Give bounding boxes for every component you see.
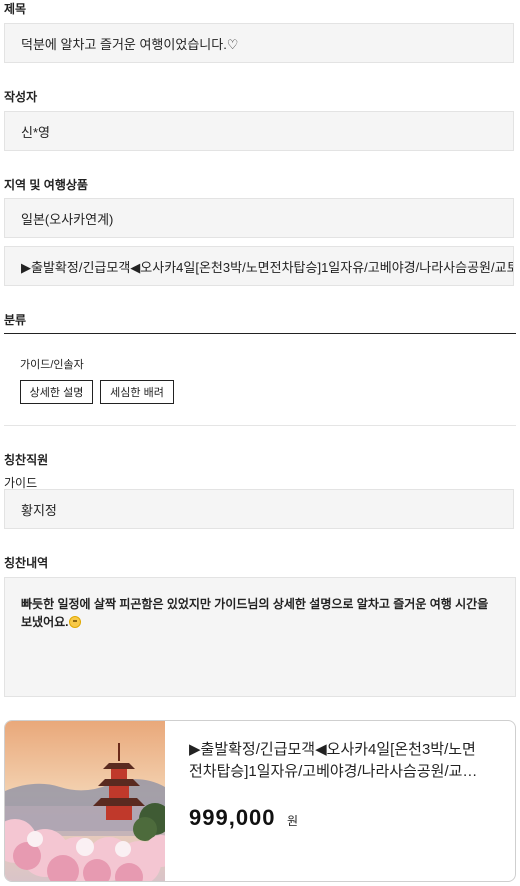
author-value: 신*영 [21, 124, 50, 140]
product-value: ▶출발확정/긴급모객◀오사카4일[온천3박/노면전차탑승]1일자유/고베야경/나… [21, 259, 514, 275]
region-value: 일본(오사카연계) [21, 211, 114, 227]
title-label: 제목 [4, 2, 27, 16]
praise-label: 칭찬내역 [4, 556, 49, 570]
product-card[interactable]: ▶출발확정/긴급모객◀오사카4일[온천3박/노면전차탑승]1일자유/고베야경/나… [4, 720, 516, 882]
category-label: 분류 [4, 313, 27, 327]
praise-text: 빠듯한 일정에 살짝 피곤함은 있었지만 가이드님의 상세한 설명으로 알차고 … [21, 597, 489, 629]
praise-text-box: 빠듯한 일정에 살짝 피곤함은 있었지만 가이드님의 상세한 설명으로 알차고 … [4, 577, 516, 697]
title-field: 덕분에 알차고 즐거운 여행이었습니다.♡ [4, 23, 514, 63]
staff-name-value: 황지정 [21, 502, 57, 518]
pagoda-cherry-blossom-photo [5, 721, 165, 881]
product-card-price: 999,000 [189, 805, 276, 830]
smiley-icon [68, 616, 81, 628]
product-card-title[interactable]: ▶출발확정/긴급모객◀오사카4일[온천3박/노면전차탑승]1일자유/고베야경/나… [189, 739, 489, 783]
product-field: ▶출발확정/긴급모객◀오사카4일[온천3박/노면전차탑승]1일자유/고베야경/나… [4, 246, 514, 286]
tag-thoughtful-care: 세심한 배려 [100, 380, 174, 404]
author-label: 작성자 [4, 90, 38, 104]
author-field: 신*영 [4, 111, 514, 151]
category-divider [4, 333, 516, 334]
product-card-currency: 원 [287, 814, 299, 828]
tag-detailed-explanation: 상세한 설명 [20, 380, 93, 404]
region-label: 지역 및 여행상품 [4, 178, 88, 192]
region-field: 일본(오사카연계) [4, 198, 514, 238]
category-group-label: 가이드/인솔자 [20, 359, 84, 371]
staff-label: 칭찬직원 [4, 453, 49, 467]
section-divider [4, 425, 516, 426]
staff-name-field: 황지정 [4, 489, 514, 529]
title-value: 덕분에 알차고 즐거운 여행이었습니다.♡ [21, 36, 239, 52]
